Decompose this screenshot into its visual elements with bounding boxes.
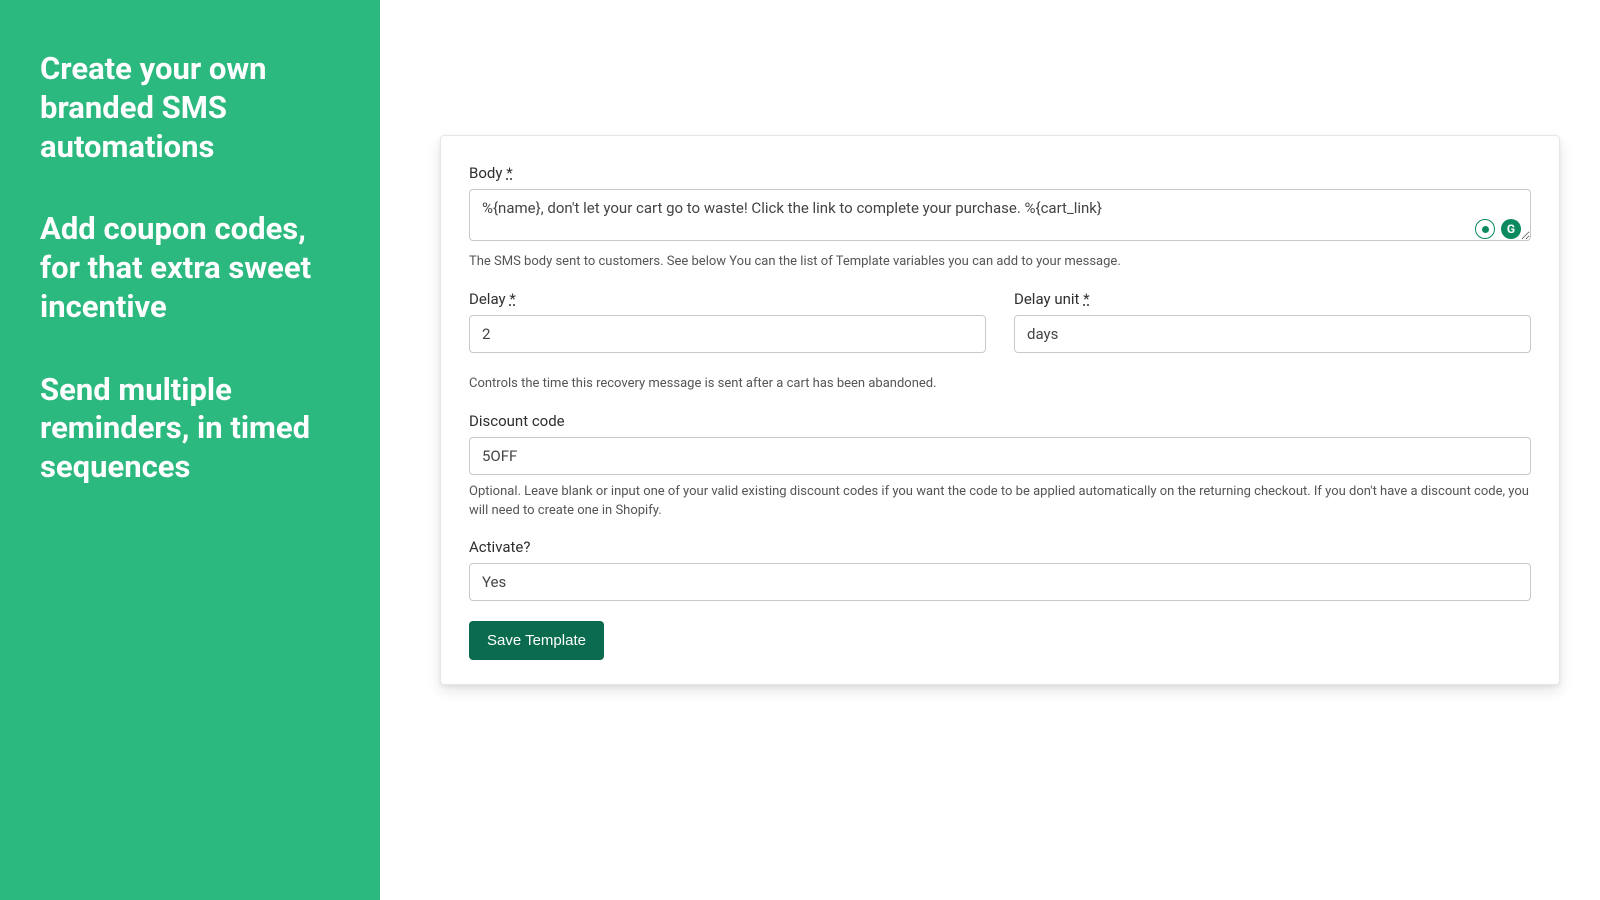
body-label: Body * [469,164,1531,182]
body-field: Body * G The SMS body sent to customers.… [469,164,1531,272]
textarea-overlay-icons: G [1475,219,1521,239]
delay-input[interactable] [469,315,986,353]
delay-unit-label: Delay unit * [1014,290,1531,308]
activate-select[interactable] [469,563,1531,601]
delay-field: Delay * [469,290,986,353]
discount-input[interactable] [469,437,1531,475]
body-helper-text: The SMS body sent to customers. See belo… [469,253,1531,272]
location-pin-icon[interactable] [1475,219,1495,239]
promo-line-3: Send multiple reminders, in timed sequen… [40,371,340,487]
discount-field: Discount code Optional. Leave blank or i… [469,412,1531,521]
template-form-card: Body * G The SMS body sent to customers.… [440,135,1560,685]
delay-label: Delay * [469,290,986,308]
activate-field: Activate? [469,538,1531,601]
required-indicator: * [1083,290,1089,308]
promo-sidebar: Create your own branded SMS automations … [0,0,380,900]
grammarly-icon[interactable]: G [1501,219,1521,239]
discount-label: Discount code [469,412,1531,430]
delay-helper-text: Controls the time this recovery message … [469,375,1531,394]
required-indicator: * [506,164,512,182]
delay-unit-input[interactable] [1014,315,1531,353]
activate-label: Activate? [469,538,1531,556]
main-area: Body * G The SMS body sent to customers.… [380,0,1600,900]
body-textarea[interactable] [469,189,1531,241]
discount-helper-text: Optional. Leave blank or input one of yo… [469,483,1531,521]
save-template-button[interactable]: Save Template [469,621,604,660]
required-indicator: * [509,290,515,308]
promo-line-1: Create your own branded SMS automations [40,50,340,166]
promo-line-2: Add coupon codes, for that extra sweet i… [40,210,340,326]
delay-unit-field: Delay unit * [1014,290,1531,353]
